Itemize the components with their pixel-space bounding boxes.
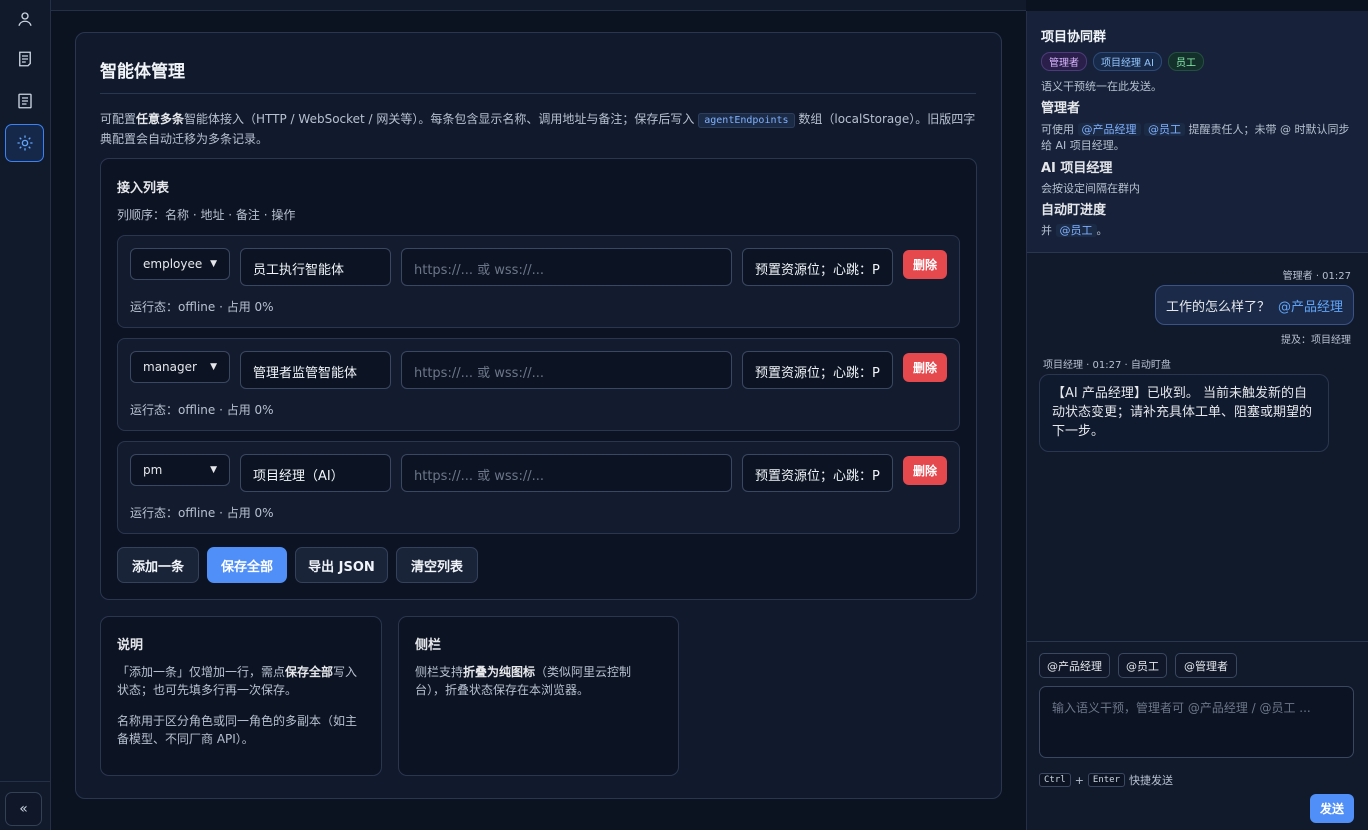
note-input[interactable]: 预置资源位；心跳：P — [742, 248, 893, 286]
group-desc: 语义干预统一在此发送。 — [1041, 80, 1162, 93]
nav-documents-button[interactable] — [5, 40, 44, 78]
section-heading: AI 项目经理 — [1041, 161, 1113, 176]
code-agent-endpoints: agentEndpoints — [698, 113, 795, 128]
sidebar-note-card: 侧栏 侧栏支持折叠为纯图标（类似阿里云控制台），折叠状态保存在本浏览器。 — [398, 616, 679, 776]
endpoint-row: employee ▼ 员工执行智能体 https://... 或 wss://..… — [117, 235, 960, 328]
role-tags: 管理者 项目经理 AI 员工 — [1041, 52, 1204, 71]
chevron-down-icon: ▼ — [210, 362, 217, 372]
send-button[interactable]: 发送 — [1310, 794, 1354, 823]
notes-title: 说明 — [117, 638, 144, 653]
note-input[interactable]: 预置资源位；心跳：P — [742, 351, 893, 389]
delete-button[interactable]: 删除 — [903, 456, 947, 485]
name-input[interactable]: 员工执行智能体 — [240, 248, 391, 286]
rail-footer: « — [0, 781, 51, 830]
shortcut-hint: Ctrl + Enter 快捷发送 — [1039, 772, 1173, 788]
user-icon — [17, 12, 32, 26]
composer: @产品经理 @员工 @管理者 输入语义干预，管理者可 @产品经理 / @员工 .… — [1027, 641, 1368, 830]
endpoint-row: manager ▼ 管理者监管智能体 https://... 或 wss://..… — [117, 338, 960, 431]
nav-settings-button[interactable] — [5, 124, 44, 162]
list-document-icon — [17, 93, 32, 109]
group-header: 项目协同群 管理者 项目经理 AI 员工 语义干预统一在此发送。 管理者 可使用… — [1027, 11, 1368, 253]
message-input[interactable]: 输入语义干预，管理者可 @产品经理 / @员工 ... — [1039, 686, 1354, 758]
notes-paragraph: 「添加一条」仅增加一行，需点保存全部写入状态；也可先填多行再一次保存。 — [117, 665, 358, 697]
delete-button[interactable]: 删除 — [903, 250, 947, 279]
section-heading: 自动盯进度 — [1041, 203, 1107, 218]
mention-chip-pm[interactable]: @产品经理 — [1039, 653, 1110, 678]
tag-admin: 管理者 — [1041, 52, 1087, 71]
export-json-button[interactable]: 导出 JSON — [295, 547, 388, 583]
mention-employee: @员工 — [1055, 224, 1097, 237]
role-select[interactable]: pm ▼ — [130, 454, 230, 486]
kbd-enter: Enter — [1087, 773, 1125, 787]
top-bar — [51, 0, 1026, 11]
divider — [100, 93, 976, 94]
row-status: 运行态：offline · 占用 0% — [130, 300, 274, 314]
clear-list-button[interactable]: 清空列表 — [396, 547, 478, 583]
user-message-bubble: 工作的怎么样了？ @产品经理 — [1155, 285, 1354, 325]
admin-desc: 可使用 @产品经理 @员工 提醒责任人；未带 @ 时默认同步给 AI 项目经理。 — [1041, 123, 1350, 152]
note-input[interactable]: 预置资源位；心跳：P — [742, 454, 893, 492]
kbd-ctrl: Ctrl — [1039, 773, 1071, 787]
chevron-down-icon: ▼ — [210, 259, 217, 269]
url-input[interactable]: https://... 或 wss://... — [401, 351, 732, 389]
tag-pm: 项目经理 AI — [1093, 52, 1162, 71]
tag-employee: 员工 — [1167, 52, 1204, 71]
group-chat-panel: 项目协同群 管理者 项目经理 AI 员工 语义干预统一在此发送。 管理者 可使用… — [1026, 11, 1368, 830]
page-title: 智能体管理 — [100, 62, 185, 82]
url-input[interactable]: https://... 或 wss://... — [401, 454, 732, 492]
name-input[interactable]: 管理者监管智能体 — [240, 351, 391, 389]
nav-list-button[interactable] — [5, 82, 44, 120]
url-input[interactable]: https://... 或 wss://... — [401, 248, 732, 286]
settings-sun-icon — [17, 135, 32, 151]
sidebar-note-paragraph: 侧栏支持折叠为纯图标（类似阿里云控制台），折叠状态保存在本浏览器。 — [415, 665, 632, 697]
group-title: 项目协同群 — [1041, 30, 1107, 45]
auto-desc: 并 @员工。 — [1041, 224, 1108, 237]
document-icon — [18, 51, 31, 67]
message-meta: 管理者 · 01:27 — [1282, 271, 1351, 282]
collapse-sidebar-button[interactable]: « — [5, 792, 42, 826]
notes-paragraph: 名称用于区分角色或同一角色的多副本（如主备模型、不同厂商 API）。 — [117, 714, 358, 746]
section-heading: 管理者 — [1041, 101, 1081, 116]
delete-button[interactable]: 删除 — [903, 353, 947, 382]
message-meta: 项目经理 · 01:27 · 自动盯盘 — [1043, 360, 1171, 371]
name-input[interactable]: 项目经理（AI） — [240, 454, 391, 492]
endpoint-list-card: 接入列表 列顺序：名称 · 地址 · 备注 · 操作 employee ▼ 员工执… — [100, 158, 977, 600]
role-select[interactable]: employee ▼ — [130, 248, 230, 280]
double-chevron-left-icon: « — [19, 801, 28, 817]
mention-pm: @产品经理 — [1077, 123, 1141, 136]
save-all-button[interactable]: 保存全部 — [207, 547, 287, 583]
row-status: 运行态：offline · 占用 0% — [130, 403, 274, 417]
nav-profile-button[interactable] — [5, 0, 44, 38]
endpoint-row: pm ▼ 项目经理（AI） https://... 或 wss://... 预置资… — [117, 441, 960, 534]
chevron-down-icon: ▼ — [210, 465, 217, 475]
icon-rail: « — [0, 0, 51, 830]
mention-chip-admin[interactable]: @管理者 — [1175, 653, 1237, 678]
sidebar-note-title: 侧栏 — [415, 638, 442, 653]
add-row-button[interactable]: 添加一条 — [117, 547, 199, 583]
mention-employee: @员工 — [1144, 123, 1185, 136]
pm-desc: 会按设定间隔在群内 — [1041, 182, 1140, 195]
mention-chip-employee[interactable]: @员工 — [1118, 653, 1167, 678]
row-status: 运行态：offline · 占用 0% — [130, 506, 274, 520]
role-select[interactable]: manager ▼ — [130, 351, 230, 383]
list-title: 接入列表 — [117, 181, 170, 196]
agent-management-panel: 智能体管理 可配置任意多条智能体接入（HTTP / WebSocket / 网关… — [75, 32, 1002, 799]
bot-message-bubble: 【AI 产品经理】已收到。 当前未触发新的自动状态变更；请补充具体工单、阻塞或期… — [1039, 374, 1329, 452]
list-subtitle: 列顺序：名称 · 地址 · 备注 · 操作 — [117, 208, 296, 222]
intro-text: 可配置任意多条智能体接入（HTTP / WebSocket / 网关等）。每条包… — [100, 112, 976, 146]
notes-card: 说明 「添加一条」仅增加一行，需点保存全部写入状态；也可先填多行再一次保存。 名… — [100, 616, 382, 776]
mention-pm: @产品经理 — [1278, 299, 1344, 315]
message-mention-ref: 提及：项目经理 — [1281, 335, 1351, 346]
